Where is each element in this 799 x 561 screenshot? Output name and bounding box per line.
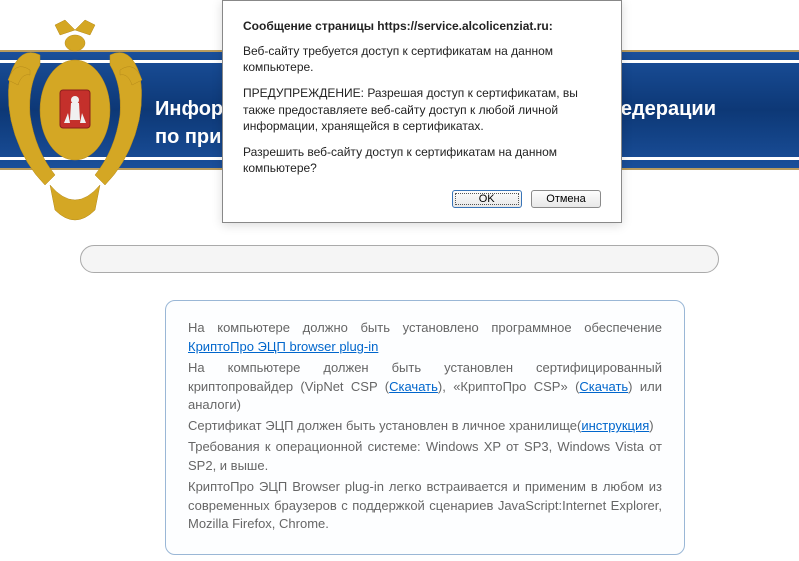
cryptopro-download-link[interactable]: Скачать (579, 379, 628, 394)
dialog-message-1: Веб-сайту требуется доступ к сертификата… (243, 43, 601, 75)
ok-button[interactable]: OK (452, 190, 522, 208)
cryptopro-plugin-link[interactable]: КриптоПро ЭЦП browser plug-in (188, 339, 378, 354)
dialog-title: Сообщение страницы https://service.alcol… (243, 19, 601, 33)
dialog-question: Разрешить веб-сайту доступ к сертификата… (243, 144, 601, 176)
dialog-warning: ПРЕДУПРЕЖДЕНИЕ: Разрешая доступ к сертиф… (243, 85, 601, 134)
title-line2: по при (155, 126, 221, 148)
instruction-link[interactable]: инструкция (581, 418, 649, 433)
cancel-button[interactable]: Отмена (531, 190, 601, 208)
vipnet-download-link[interactable]: Скачать (389, 379, 438, 394)
requirements-box: На компьютере должно быть установлено пр… (165, 300, 685, 555)
certificate-access-dialog: Сообщение страницы https://service.alcol… (222, 0, 622, 223)
os-requirements: Требования к операционной системе: Windo… (188, 438, 662, 476)
search-input[interactable] (80, 245, 719, 273)
browser-info: КриптоПро ЭЦП Browser plug-in легко встр… (188, 478, 662, 535)
coat-of-arms-icon (0, 15, 150, 235)
